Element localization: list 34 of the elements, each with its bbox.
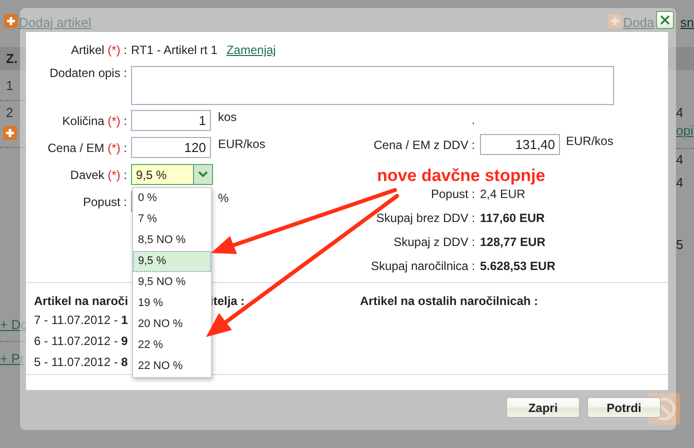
history-line: 5 - 11.07.2012 - 8 <box>34 354 128 371</box>
article-value: RT1 - Artikel rt 1 <box>131 43 218 57</box>
annotation-text: nove davčne stopnje <box>377 166 546 186</box>
total-value: 128,77 EUR <box>480 235 546 249</box>
column-header: Z. <box>6 51 18 66</box>
field-label: Dodaten opis : <box>48 66 127 80</box>
total-value: 2,4 EUR <box>480 187 526 201</box>
cell-text: 5 <box>676 236 684 254</box>
cell-text: 4 <box>676 104 684 122</box>
unit-label: EUR/kos <box>566 134 614 148</box>
total-value: 5.628,53 EUR <box>480 259 556 273</box>
field-label: Artikel (*) : <box>70 43 127 57</box>
section-heading: Artikel na ostalih naročilnicah : <box>360 294 538 308</box>
total-label: Skupaj brez DDV : <box>375 211 475 225</box>
total-label: Skupaj naročilnica : <box>370 259 475 273</box>
field-label: Popust : <box>82 194 127 208</box>
unit-label: EUR/kos <box>218 137 266 151</box>
field-label: Cena / EM z DDV : <box>372 138 475 152</box>
total-label: Popust : <box>430 187 475 201</box>
dot-text: . <box>470 113 475 127</box>
field-label: Količina (*) : <box>61 114 127 128</box>
row-number: 1 <box>5 77 14 95</box>
history-line: 6 - 11.07.2012 - 9 <box>34 333 128 350</box>
history-line: 7 - 11.07.2012 - 1 <box>34 312 128 329</box>
unit-label: % <box>218 191 230 205</box>
cell-text: 4 <box>676 174 684 192</box>
field-label: Cena / EM (*) : <box>46 140 127 154</box>
section-heading: Artikel na naroči <box>34 293 130 310</box>
field-label: Davek (*) : <box>69 168 127 182</box>
total-value: 117,60 EUR <box>480 211 545 225</box>
row-number: 2 <box>5 104 14 122</box>
unit-label: kos <box>218 110 238 124</box>
cell-text: 4 <box>676 151 684 169</box>
total-label: Skupaj z DDV : <box>392 235 475 249</box>
